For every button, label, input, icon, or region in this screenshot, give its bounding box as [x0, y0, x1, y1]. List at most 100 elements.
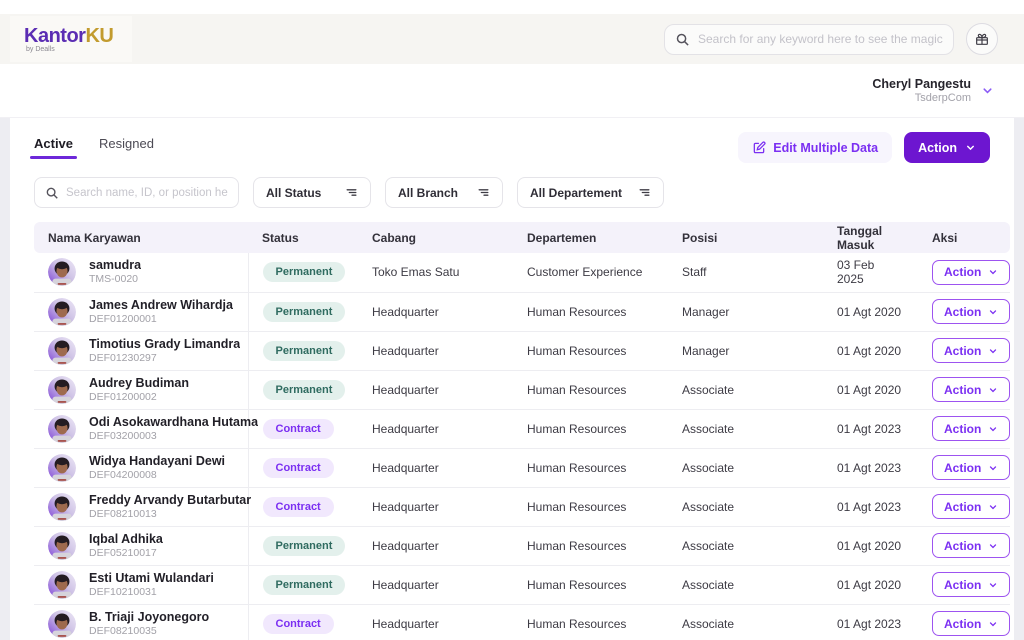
department-cell: Human Resources: [513, 448, 668, 487]
employee-avatar: [48, 610, 76, 638]
filter-lines-icon: [638, 186, 651, 199]
tabs: Active Resigned: [34, 136, 154, 159]
employee-name: Odi Asokawardhana Hutama: [89, 415, 258, 430]
edit-multiple-data-button[interactable]: Edit Multiple Data: [738, 132, 892, 163]
brand-logo-text: KantorKU: [24, 26, 118, 46]
employee-id: DEF08210013: [89, 508, 251, 521]
user-name: Cheryl Pangestu: [872, 77, 971, 92]
department-cell: Human Resources: [513, 292, 668, 331]
chevron-down-icon[interactable]: [981, 84, 994, 97]
table-search: [34, 177, 239, 208]
employee-avatar: [48, 532, 76, 560]
branch-cell: Headquarter: [358, 331, 513, 370]
join-date-cell: 01 Agt 2023: [823, 448, 918, 487]
branch-cell: Headquarter: [358, 565, 513, 604]
app-header: KantorKU by Dealls: [0, 14, 1024, 64]
tab-active[interactable]: Active: [34, 136, 73, 159]
row-action-button[interactable]: Action: [932, 299, 1010, 324]
branch-cell: Toko Emas Satu: [358, 253, 513, 292]
col-cabang: Cabang: [358, 222, 513, 253]
employee-avatar: [48, 454, 76, 482]
position-cell: Associate: [668, 526, 823, 565]
table-row: Freddy Arvandy Butarbutar DEF08210013 Co…: [34, 487, 1010, 526]
row-action-label: Action: [944, 422, 981, 436]
employee-id: DEF01230297: [89, 352, 240, 365]
status-badge: Contract: [263, 497, 334, 517]
toolbar: Edit Multiple Data Action: [738, 132, 990, 163]
row-action-label: Action: [944, 500, 981, 514]
row-action-button[interactable]: Action: [932, 455, 1010, 480]
global-search-input[interactable]: [698, 32, 943, 46]
row-action-button[interactable]: Action: [932, 338, 1010, 363]
position-cell: Associate: [668, 604, 823, 640]
filter-all-branch[interactable]: All Branch: [385, 177, 503, 208]
user-menu[interactable]: Cheryl Pangestu TsderpCom: [872, 77, 994, 105]
employee-avatar: [48, 337, 76, 365]
row-action-label: Action: [944, 265, 981, 279]
table-header-row: Nama Karyawan Status Cabang Departemen P…: [34, 222, 1010, 253]
edit-icon: [752, 141, 766, 155]
employee-name: Freddy Arvandy Butarbutar: [89, 493, 251, 508]
brand-logo-accent: KU: [85, 25, 113, 47]
position-cell: Associate: [668, 565, 823, 604]
chevron-down-icon: [988, 385, 998, 395]
position-cell: Associate: [668, 409, 823, 448]
status-badge: Permanent: [263, 341, 346, 361]
branch-cell: Headquarter: [358, 526, 513, 565]
chevron-down-icon: [988, 424, 998, 434]
branch-cell: Headquarter: [358, 409, 513, 448]
branch-cell: Headquarter: [358, 292, 513, 331]
table-row: Widya Handayani Dewi DEF04200008 Contrac…: [34, 448, 1010, 487]
status-badge: Permanent: [263, 575, 346, 595]
col-nama-karyawan: Nama Karyawan: [34, 222, 248, 253]
row-action-button[interactable]: Action: [932, 416, 1010, 441]
employee-name: Esti Utami Wulandari: [89, 571, 214, 586]
department-cell: Human Resources: [513, 487, 668, 526]
filter-lines-icon: [477, 186, 490, 199]
gift-button[interactable]: [966, 23, 998, 55]
table-row: samudra TMS-0020 Permanent Toko Emas Sat…: [34, 253, 1010, 292]
row-action-button[interactable]: Action: [932, 377, 1010, 402]
department-cell: Human Resources: [513, 604, 668, 640]
bulk-action-button[interactable]: Action: [904, 132, 990, 163]
department-cell: Human Resources: [513, 565, 668, 604]
branch-cell: Headquarter: [358, 604, 513, 640]
employee-name: Timotius Grady Limandra: [89, 337, 240, 352]
employee-name: Audrey Budiman: [89, 376, 189, 391]
join-date-cell: 01 Agt 2020: [823, 292, 918, 331]
filter-lines-icon: [345, 186, 358, 199]
position-cell: Staff: [668, 253, 823, 292]
status-badge: Contract: [263, 458, 334, 478]
employee-avatar: [48, 493, 76, 521]
user-company: TsderpCom: [872, 92, 971, 105]
tab-resigned[interactable]: Resigned: [99, 136, 154, 159]
row-action-label: Action: [944, 305, 981, 319]
search-icon: [675, 32, 690, 47]
filter-all-status[interactable]: All Status: [253, 177, 371, 208]
brand-logo[interactable]: KantorKU by Dealls: [10, 16, 132, 62]
row-action-button[interactable]: Action: [932, 260, 1010, 285]
department-cell: Human Resources: [513, 409, 668, 448]
row-action-label: Action: [944, 383, 981, 397]
employee-avatar: [48, 376, 76, 404]
row-action-button[interactable]: Action: [932, 533, 1010, 558]
status-badge: Permanent: [263, 262, 346, 282]
table-row: Timotius Grady Limandra DEF01230297 Perm…: [34, 331, 1010, 370]
employee-avatar: [48, 298, 76, 326]
filter-all-departement[interactable]: All Departement: [517, 177, 664, 208]
branch-cell: Headquarter: [358, 448, 513, 487]
employee-name: James Andrew Wihardja: [89, 298, 233, 313]
join-date-cell: 01 Agt 2020: [823, 526, 918, 565]
table-search-input[interactable]: [66, 187, 228, 199]
status-badge: Permanent: [263, 380, 346, 400]
row-action-button[interactable]: Action: [932, 611, 1010, 636]
join-date-cell: 01 Agt 2020: [823, 370, 918, 409]
table-row: Esti Utami Wulandari DEF10210031 Permane…: [34, 565, 1010, 604]
row-action-button[interactable]: Action: [932, 494, 1010, 519]
row-action-button[interactable]: Action: [932, 572, 1010, 597]
col-aksi: Aksi: [918, 222, 1010, 253]
join-date-cell: 03 Feb 2025: [823, 253, 918, 292]
department-cell: Customer Experience: [513, 253, 668, 292]
department-cell: Human Resources: [513, 370, 668, 409]
employee-id: DEF05210017: [89, 547, 163, 560]
